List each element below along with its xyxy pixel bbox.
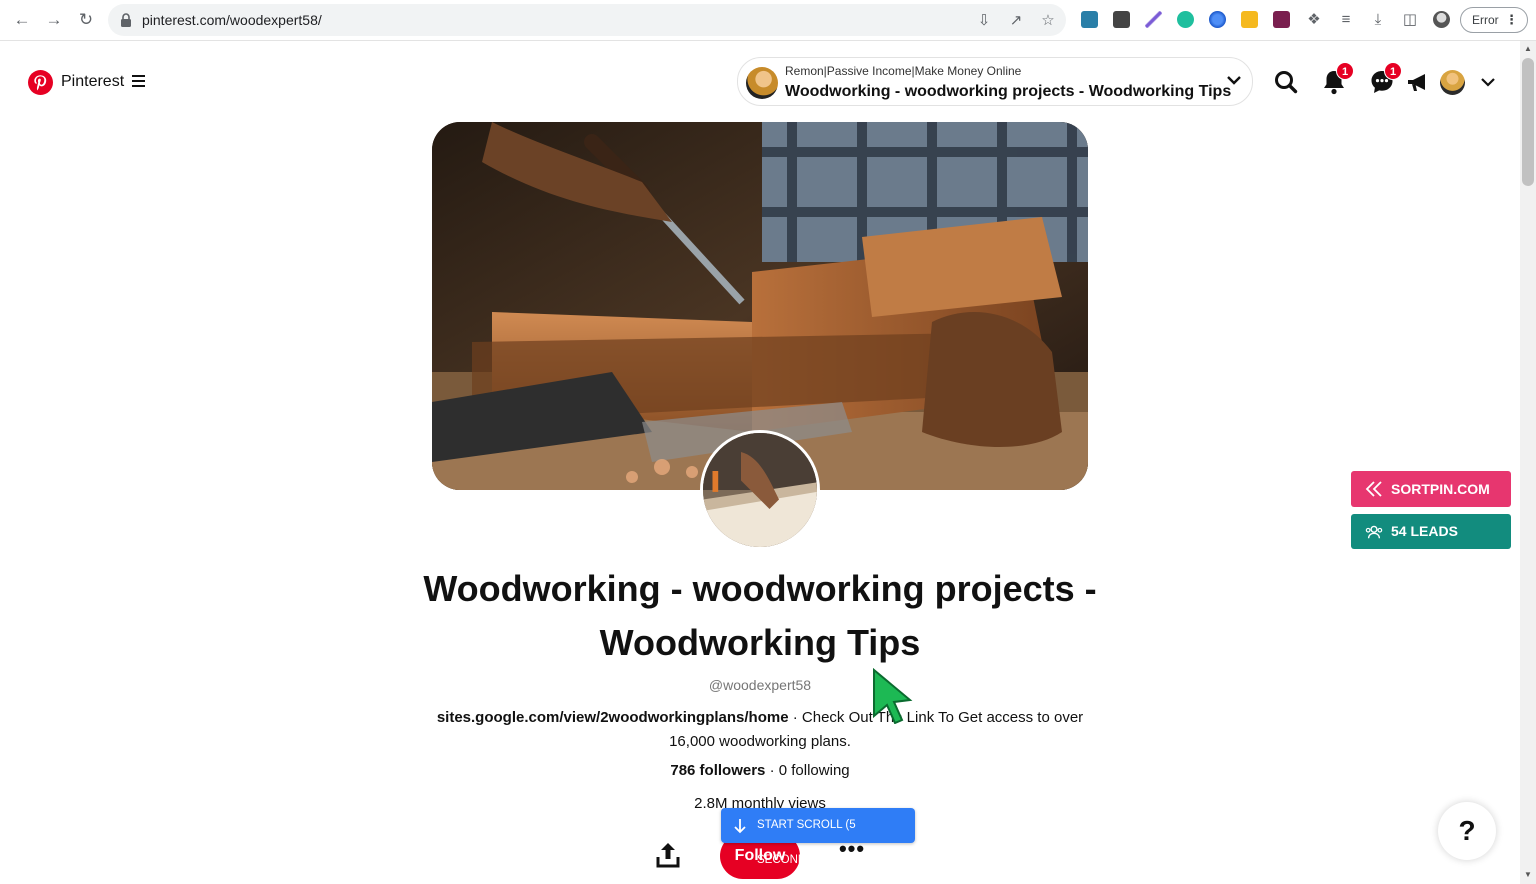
pen-extension-icon[interactable] xyxy=(1145,11,1162,28)
puzzle-extensions-icon[interactable]: ❖ xyxy=(1305,11,1323,29)
account-avatar xyxy=(746,67,778,99)
scrollbar-thumb[interactable] xyxy=(1522,58,1534,186)
share-page-icon[interactable]: ↗ xyxy=(1007,12,1025,30)
search-icon[interactable] xyxy=(1272,68,1300,96)
hamburger-menu-icon[interactable] xyxy=(132,75,145,87)
profile-avatar-icon[interactable] xyxy=(1433,11,1450,28)
share-icon[interactable] xyxy=(654,840,682,870)
pinterest-logo-icon[interactable] xyxy=(28,70,53,95)
account-switcher[interactable]: Remon|Passive Income|Make Money Online W… xyxy=(737,57,1253,106)
scroll-up-arrow-icon[interactable]: ▲ xyxy=(1523,44,1533,54)
profile-error-button[interactable]: Error ⋮ xyxy=(1460,7,1528,33)
kebab-menu-icon: ⋮ xyxy=(1505,12,1518,27)
megaphone-icon[interactable] xyxy=(1404,68,1432,96)
message-count-badge: 1 xyxy=(1384,62,1402,80)
notes-extension-icon[interactable] xyxy=(1241,11,1258,28)
account-menu-chevron-icon[interactable] xyxy=(1480,74,1496,90)
extension-icon[interactable] xyxy=(1273,11,1290,28)
sortpin-button[interactable]: SORTPIN.COM xyxy=(1351,471,1511,507)
scroll-down-arrow-icon[interactable]: ▼ xyxy=(1523,870,1533,880)
url-text: pinterest.com/woodexpert58/ xyxy=(142,12,322,28)
downloads-icon[interactable]: ⤓ xyxy=(1369,11,1387,29)
back-arrow-icon[interactable]: ← xyxy=(11,9,33,31)
mouse-cursor-icon xyxy=(873,668,913,724)
following-link[interactable]: 0 following xyxy=(779,762,850,779)
more-options-icon[interactable]: ••• xyxy=(836,838,868,866)
address-bar[interactable]: pinterest.com/woodexpert58/ ⇩ ↗ ☆ xyxy=(108,4,1066,36)
reading-list-icon[interactable]: ≡ xyxy=(1337,11,1355,29)
profile-stats: 786 followers · 0 following xyxy=(560,762,960,779)
bookmark-star-icon[interactable]: ☆ xyxy=(1039,12,1057,30)
account-title: Woodworking - woodworking projects - Woo… xyxy=(785,83,1232,100)
leads-button[interactable]: 54 LEADS xyxy=(1351,514,1511,549)
extension-icon[interactable] xyxy=(1113,11,1130,28)
followers-link[interactable]: 786 followers xyxy=(670,762,765,779)
stats-separator: · xyxy=(765,762,779,779)
double-chevron-left-icon xyxy=(1365,481,1382,497)
help-button[interactable]: ? xyxy=(1438,802,1496,860)
start-scroll-button[interactable]: START SCROLL (5 SECONDS) xyxy=(721,808,915,866)
globe-extension-icon[interactable] xyxy=(1209,11,1226,28)
bio-separator: · xyxy=(788,709,802,726)
users-group-icon xyxy=(1365,525,1383,539)
notification-count-badge: 1 xyxy=(1336,62,1354,80)
chevron-down-icon xyxy=(1227,76,1241,85)
account-subtitle: Remon|Passive Income|Make Money Online xyxy=(785,64,1022,78)
profile-handle: @woodexpert58 xyxy=(708,677,812,693)
arrow-down-icon xyxy=(734,819,746,834)
leads-label: 54 LEADS xyxy=(1391,523,1458,539)
error-label: Error xyxy=(1472,13,1499,27)
profile-bio: sites.google.com/view/2woodworkingplans/… xyxy=(430,706,1090,754)
profile-avatar[interactable] xyxy=(700,430,820,550)
sortpin-label: SORTPIN.COM xyxy=(1391,481,1490,497)
profile-name: Woodworking - woodworking projects - Woo… xyxy=(423,568,1097,663)
user-avatar[interactable] xyxy=(1440,70,1465,95)
extension-icon[interactable] xyxy=(1081,11,1098,28)
website-link[interactable]: sites.google.com/view/2woodworkingplans/… xyxy=(437,709,789,726)
install-app-icon[interactable]: ⇩ xyxy=(975,12,993,30)
browser-toolbar: ← → ↻ pinterest.com/woodexpert58/ ⇩ ↗ ☆ … xyxy=(0,0,1536,41)
pinterest-brand[interactable]: Pinterest xyxy=(61,73,124,91)
forward-arrow-icon[interactable]: → xyxy=(43,9,65,31)
pin-extension-icon[interactable] xyxy=(1177,11,1194,28)
side-panel-icon[interactable]: ◫ xyxy=(1401,11,1419,29)
reload-icon[interactable]: ↻ xyxy=(75,9,97,31)
lock-icon xyxy=(121,13,131,27)
